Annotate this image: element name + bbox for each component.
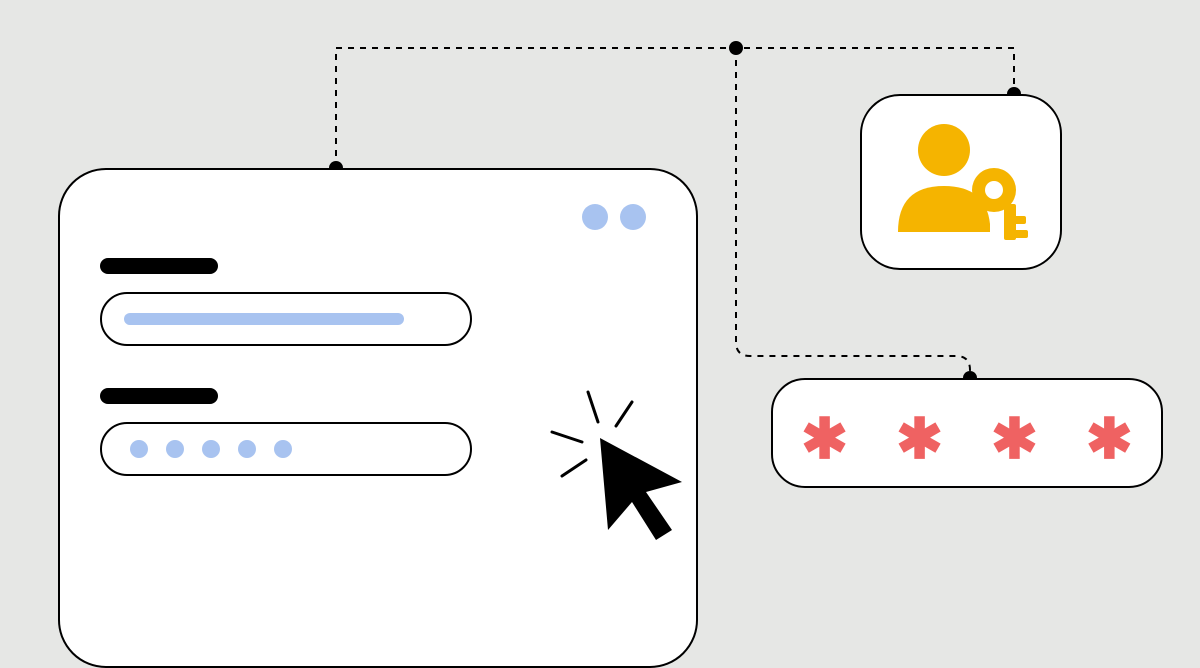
password-mask-dot xyxy=(202,440,220,458)
password-mask-dot xyxy=(238,440,256,458)
password-label-placeholder xyxy=(100,388,218,404)
user-key-icon xyxy=(886,112,1036,252)
password-asterisk: ✱ xyxy=(991,411,1038,467)
identity-card xyxy=(860,94,1062,270)
window-dot xyxy=(582,204,608,230)
password-mask-dot xyxy=(166,440,184,458)
window-control-dots xyxy=(582,204,646,230)
password-field-group xyxy=(100,388,472,476)
password-input[interactable] xyxy=(100,422,472,476)
username-value-placeholder xyxy=(124,313,404,325)
window-dot xyxy=(620,204,646,230)
username-label-placeholder xyxy=(100,258,218,274)
username-input[interactable] xyxy=(100,292,472,346)
masked-password-card: ✱ ✱ ✱ ✱ xyxy=(771,378,1163,488)
password-asterisk: ✱ xyxy=(896,411,943,467)
password-mask-dot xyxy=(130,440,148,458)
password-asterisk: ✱ xyxy=(801,411,848,467)
password-asterisk: ✱ xyxy=(1086,411,1133,467)
password-mask-dot xyxy=(274,440,292,458)
username-field-group xyxy=(100,258,472,346)
click-cursor-icon xyxy=(542,380,712,550)
